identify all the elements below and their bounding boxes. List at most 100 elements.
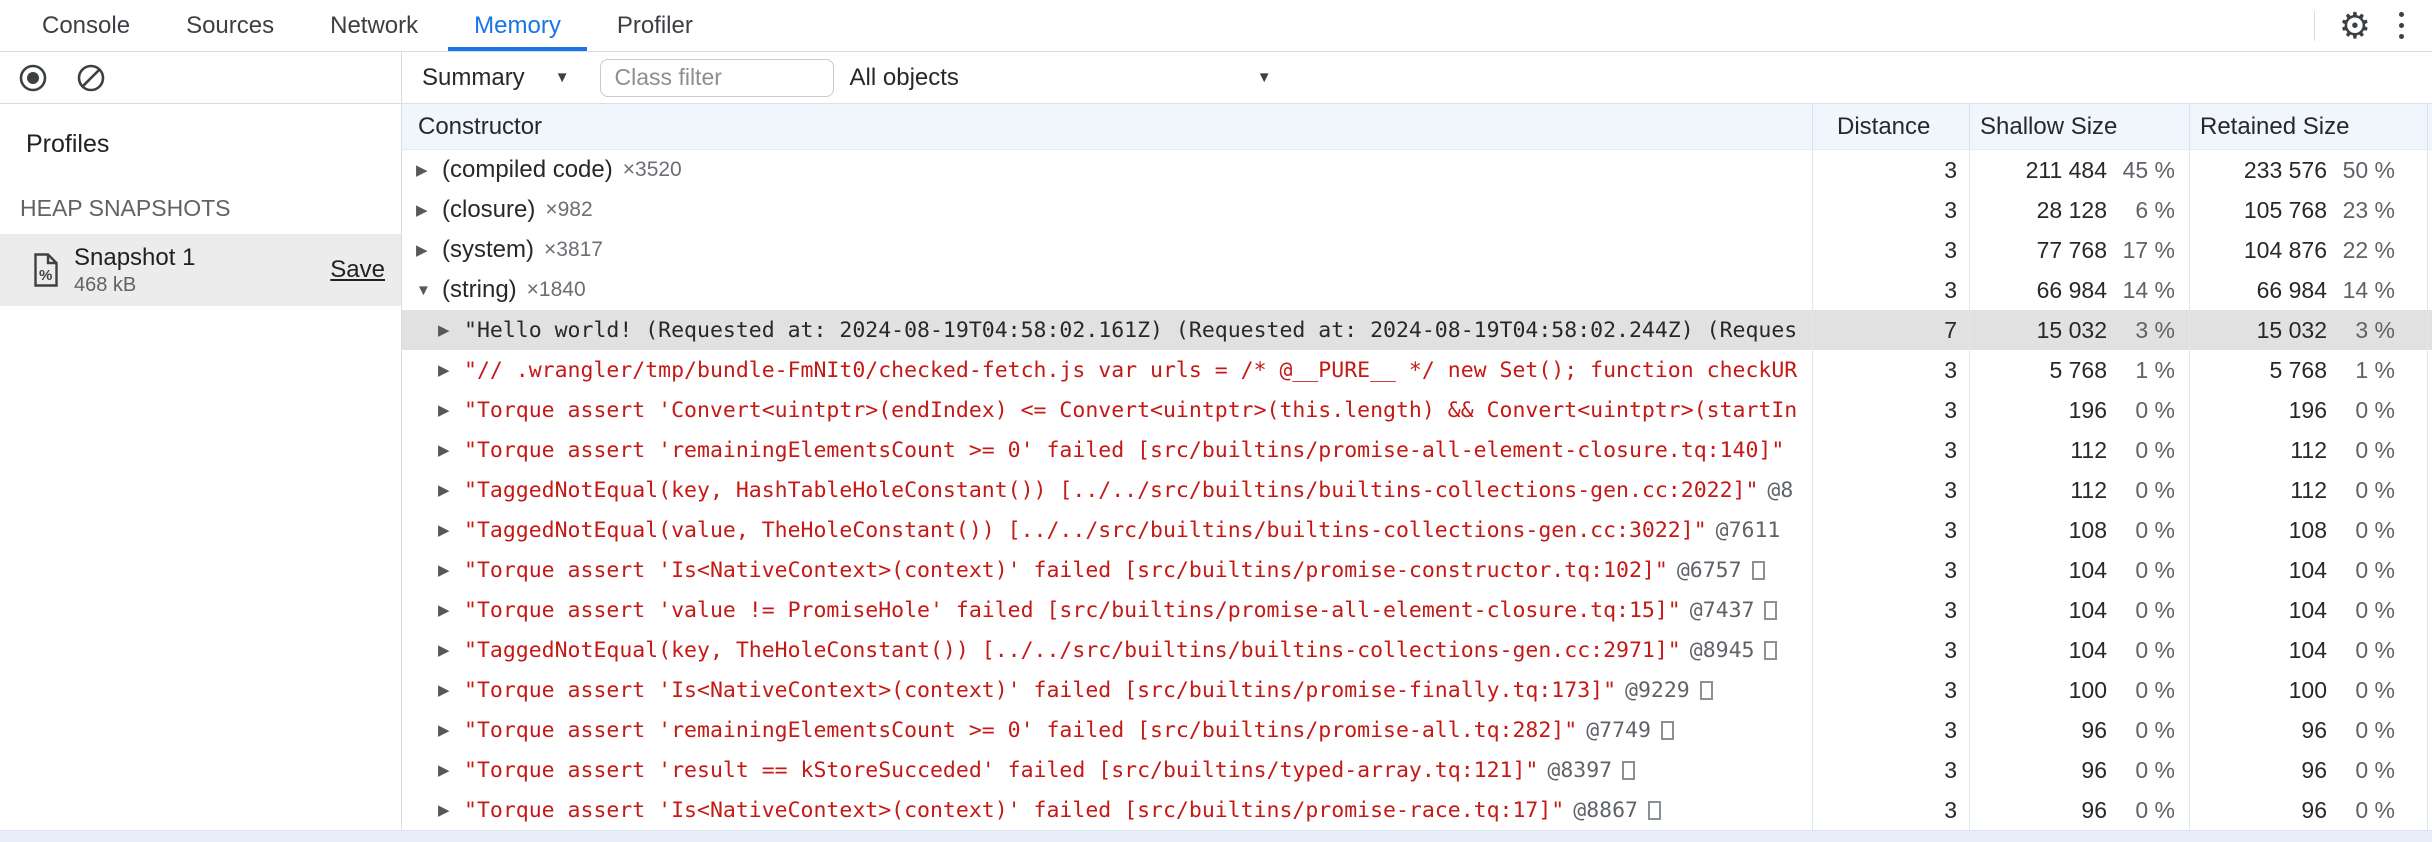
distance-cell: 3 (1812, 470, 1969, 510)
table-row[interactable]: ▶ "Torque assert 'Is<NativeContext>(conte… (402, 790, 2432, 830)
retained-size-value: 104 (2288, 556, 2327, 583)
perspective-select[interactable]: Summary ▼ (420, 64, 580, 92)
table-row[interactable]: ▶ "Torque assert 'remainingElementsCount … (402, 430, 2432, 470)
tab-sources[interactable]: Sources (158, 0, 302, 51)
constructor-name: "Torque assert 'Is<NativeContext>(contex… (464, 677, 1617, 703)
disclosure-triangle-icon[interactable]: ▶ (436, 441, 464, 459)
instance-count: ×1840 (526, 278, 586, 301)
retained-size-cell: 96 0 % (2189, 710, 2427, 750)
distance-value: 3 (1944, 556, 1957, 583)
disclosure-triangle-icon[interactable]: ▶ (436, 721, 464, 739)
table-row[interactable]: ▶ "TaggedNotEqual(key, TheHoleConstant())… (402, 630, 2432, 670)
constructor-name: (system) (442, 236, 534, 263)
disclosure-triangle-icon[interactable]: ▼ (414, 282, 442, 299)
table-row[interactable]: ▶ "Hello world! (Requested at: 2024-08-19… (402, 310, 2432, 350)
table-row[interactable]: ▶ "// .wrangler/tmp/bundle-FmNIt0/checked… (402, 350, 2432, 390)
chevron-down-icon: ▼ (554, 69, 570, 86)
disclosure-triangle-icon[interactable]: ▶ (436, 681, 464, 699)
tab-console[interactable]: Console (14, 0, 158, 51)
memory-panel: Profiles HEAP SNAPSHOTS % Snapshot 1 468… (0, 52, 2432, 842)
distance-cell: 3 (1812, 230, 1969, 270)
shallow-size-cell: 15 032 3 % (1969, 310, 2189, 350)
column-header-shallow-size[interactable]: Shallow Size (1969, 104, 2189, 149)
object-id: @8397 (1547, 757, 1613, 783)
tab-memory[interactable]: Memory (446, 0, 589, 51)
clear-profiles-icon[interactable] (76, 63, 106, 93)
table-row[interactable]: ▶ (closure) ×982 3 28 128 6 % 105 768 23 % (402, 190, 2432, 230)
disclosure-triangle-icon[interactable]: ▶ (436, 481, 464, 499)
retained-size-percent: 22 % (2342, 236, 2395, 263)
row-filler (2427, 190, 2432, 230)
retained-size-percent: 0 % (2355, 676, 2395, 703)
tab-network[interactable]: Network (302, 0, 446, 51)
retained-size-value: 96 (2301, 756, 2327, 783)
retained-size-percent: 0 % (2355, 796, 2395, 823)
retained-size-percent: 23 % (2342, 196, 2395, 223)
shallow-size-value: 96 (2081, 756, 2107, 783)
disclosure-triangle-icon[interactable]: ▶ (436, 801, 464, 819)
shallow-size-percent: 0 % (2135, 636, 2175, 663)
class-filter-input[interactable] (599, 58, 834, 97)
disclosure-triangle-icon[interactable]: ▶ (436, 761, 464, 779)
disclosure-triangle-icon[interactable]: ▶ (436, 401, 464, 419)
retained-size-value: 105 768 (2243, 196, 2327, 223)
objects-scope-select[interactable]: All objects ▼ (850, 64, 1272, 92)
missing-glyph-box-icon (1764, 640, 1778, 660)
table-row[interactable]: ▶ "Torque assert 'result == kStoreSuccede… (402, 750, 2432, 790)
disclosure-triangle-icon[interactable]: ▶ (436, 561, 464, 579)
row-filler (2427, 270, 2432, 310)
disclosure-triangle-icon[interactable]: ▶ (436, 521, 464, 539)
retained-size-percent: 50 % (2342, 156, 2395, 183)
retained-size-value: 96 (2301, 716, 2327, 743)
shallow-size-percent: 0 % (2135, 476, 2175, 503)
tabbar-divider (2313, 10, 2315, 41)
shallow-size-value: 96 (2081, 796, 2107, 823)
missing-glyph-box-icon (1622, 760, 1636, 780)
table-row[interactable]: ▶ "Torque assert 'Is<NativeContext>(conte… (402, 550, 2432, 590)
disclosure-triangle-icon[interactable]: ▶ (436, 361, 464, 379)
column-header-retained-size[interactable]: Retained Size (2189, 104, 2427, 149)
table-row[interactable]: ▶ "Torque assert 'remainingElementsCount … (402, 710, 2432, 750)
shallow-size-value: 28 128 (2036, 196, 2107, 223)
record-heap-snapshot-icon[interactable] (18, 63, 48, 93)
disclosure-triangle-icon[interactable]: ▶ (436, 601, 464, 619)
constructor-cell: ▶ "Torque assert 'Is<NativeContext>(conte… (402, 790, 1812, 830)
retained-size-percent: 0 % (2355, 556, 2395, 583)
row-filler (2427, 350, 2432, 390)
constructor-name: "Torque assert 'Convert<uintptr>(endInde… (464, 397, 1798, 423)
heap-snapshot-file-icon: % (34, 253, 58, 287)
disclosure-triangle-icon[interactable]: ▶ (414, 201, 442, 219)
distance-cell: 3 (1812, 430, 1969, 470)
tab-profiler[interactable]: Profiler (589, 0, 721, 51)
shallow-size-percent: 3 % (2135, 316, 2175, 343)
table-row[interactable]: ▶ (system) ×3817 3 77 768 17 % 104 876 22 % (402, 230, 2432, 270)
retained-size-cell: 96 0 % (2189, 790, 2427, 830)
sidebar-item-snapshot-1[interactable]: % Snapshot 1 468 kB Save (0, 234, 401, 306)
retained-size-value: 100 (2288, 676, 2327, 703)
heap-snapshots-section-label: HEAP SNAPSHOTS (20, 195, 231, 221)
settings-gear-icon[interactable]: ⚙ (2339, 7, 2371, 44)
disclosure-triangle-icon[interactable]: ▶ (414, 241, 442, 259)
disclosure-triangle-icon[interactable]: ▶ (436, 321, 464, 339)
distance-value: 3 (1944, 196, 1957, 223)
table-row[interactable]: ▶ (compiled code) ×3520 3 211 484 45 % 233 576… (402, 150, 2432, 190)
retained-size-percent: 0 % (2355, 716, 2395, 743)
table-row[interactable]: ▶ "Torque assert 'value != PromiseHole' f… (402, 590, 2432, 630)
table-row[interactable]: ▼ (string) ×1840 3 66 984 14 % 66 984 14 % (402, 270, 2432, 310)
table-row[interactable]: ▶ "TaggedNotEqual(value, TheHoleConstant(… (402, 510, 2432, 550)
row-filler (2427, 750, 2432, 790)
table-row[interactable]: ▶ "TaggedNotEqual(key, HashTableHoleConst… (402, 470, 2432, 510)
column-header-distance[interactable]: Distance (1812, 104, 1969, 149)
more-options-kebab-icon[interactable] (2395, 8, 2408, 43)
table-row[interactable]: ▶ "Torque assert 'Convert<uintptr>(endInd… (402, 390, 2432, 430)
object-id: @8867 (1573, 797, 1638, 823)
disclosure-triangle-icon[interactable]: ▶ (436, 641, 464, 659)
retained-size-percent: 0 % (2355, 756, 2395, 783)
constructor-cell: ▶ (closure) ×982 (402, 190, 1812, 230)
distance-value: 3 (1944, 156, 1957, 183)
save-snapshot-link[interactable]: Save (330, 256, 385, 284)
retained-size-percent: 14 % (2342, 276, 2395, 303)
table-row[interactable]: ▶ "Torque assert 'Is<NativeContext>(conte… (402, 670, 2432, 710)
disclosure-triangle-icon[interactable]: ▶ (414, 161, 442, 179)
column-header-constructor[interactable]: Constructor (402, 104, 1812, 149)
